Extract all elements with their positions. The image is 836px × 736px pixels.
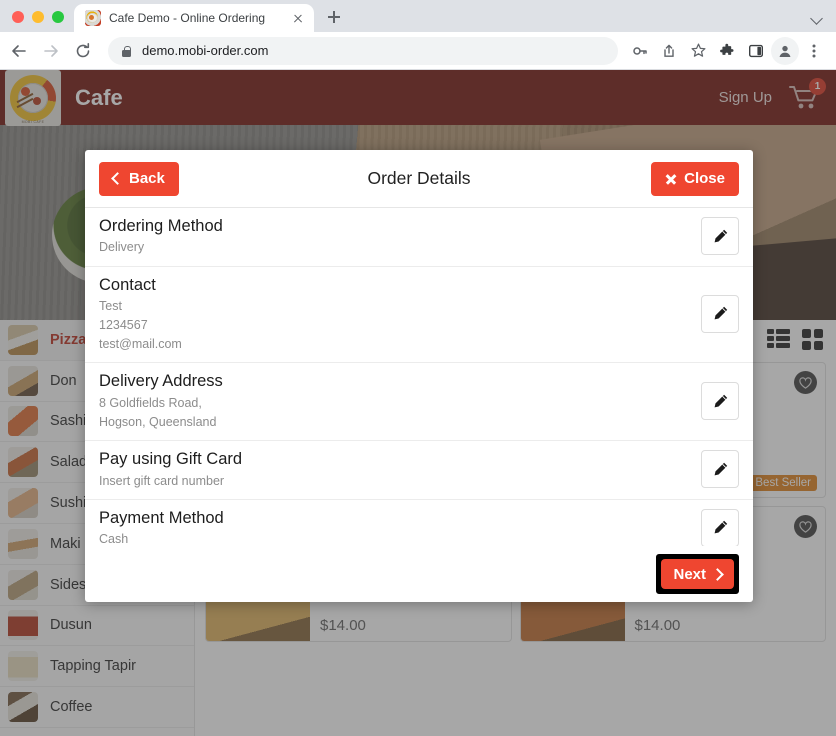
next-button-label: Next (673, 565, 706, 583)
browser-toolbar: demo.mobi-order.com (0, 32, 836, 70)
back-arrow-icon[interactable] (4, 36, 34, 66)
edit-ordering-method-button[interactable] (701, 217, 739, 256)
close-button-label: Close (684, 170, 725, 187)
forward-arrow-icon[interactable] (36, 36, 66, 66)
key-icon[interactable] (626, 37, 654, 65)
bookmark-star-icon[interactable] (684, 37, 712, 65)
pencil-icon (714, 394, 727, 408)
close-icon (665, 173, 677, 185)
back-button-label: Back (129, 170, 165, 187)
order-row-delivery-address[interactable]: Delivery Address 8 Goldfields Road, Hogs… (85, 363, 753, 442)
cafe-logo-icon (85, 10, 101, 26)
row-value: Cash (99, 532, 129, 546)
web-page: MOBI CAFE Cafe Sign Up 1 Pizza Don Sashi… (0, 70, 836, 736)
order-row-contact[interactable]: Contact Test 1234567 test@mail.com (85, 267, 753, 364)
row-value-name: Test (99, 299, 122, 313)
row-value-phone: 1234567 (99, 318, 148, 333)
minimize-window-button[interactable] (32, 11, 44, 23)
extensions-puzzle-icon[interactable] (713, 37, 741, 65)
address-bar-url: demo.mobi-order.com (142, 43, 269, 58)
pencil-icon (714, 229, 727, 243)
row-title: Delivery Address (99, 372, 223, 391)
share-icon[interactable] (655, 37, 683, 65)
reload-icon[interactable] (68, 36, 98, 66)
chevron-down-icon[interactable] (810, 11, 824, 25)
close-button[interactable]: Close (651, 161, 739, 196)
order-row-ordering-method[interactable]: Ordering Method Delivery (85, 208, 753, 267)
browser-tab[interactable]: Cafe Demo - Online Ordering (74, 4, 314, 32)
next-button-focus-ring: Next (656, 554, 739, 594)
order-details-dialog: Back Order Details Close Ordering Method… (85, 150, 753, 602)
edit-contact-button[interactable] (701, 294, 739, 333)
dialog-body: Ordering Method Delivery Contact Test 12… (85, 208, 753, 546)
order-row-payment-method[interactable]: Payment Method Cash (85, 500, 753, 546)
next-button[interactable]: Next (661, 559, 734, 589)
close-tab-icon[interactable] (290, 10, 306, 26)
row-value-line2: Hogson, Queensland (99, 414, 217, 429)
dialog-footer: Next (85, 546, 753, 602)
row-placeholder: Insert gift card number (99, 473, 225, 488)
dialog-header: Back Order Details Close (85, 150, 753, 208)
edit-delivery-address-button[interactable] (701, 382, 739, 421)
toolbar-icons (626, 36, 828, 65)
tab-title: Cafe Demo - Online Ordering (109, 11, 266, 25)
profile-avatar-icon[interactable] (771, 36, 799, 65)
order-row-gift-card[interactable]: Pay using Gift Card Insert gift card num… (85, 441, 753, 500)
maximize-window-button[interactable] (52, 11, 64, 23)
row-value-line1: 8 Goldfields Road, (99, 395, 202, 410)
row-title: Ordering Method (99, 217, 223, 235)
close-window-button[interactable] (12, 11, 24, 23)
address-bar[interactable]: demo.mobi-order.com (108, 36, 618, 65)
new-tab-button[interactable] (320, 3, 348, 31)
lock-icon (120, 44, 133, 57)
pencil-icon (714, 521, 727, 534)
row-title: Contact (99, 275, 156, 294)
row-title: Pay using Gift Card (99, 450, 243, 469)
side-panel-icon[interactable] (742, 37, 770, 65)
back-button[interactable]: Back (99, 161, 179, 196)
tab-strip: Cafe Demo - Online Ordering (0, 0, 836, 32)
row-value: Delivery (99, 240, 145, 255)
three-dot-menu-icon[interactable] (800, 37, 828, 65)
pencil-icon (714, 462, 727, 476)
row-value-email: test@mail.com (99, 337, 182, 352)
row-title: Payment Method (99, 508, 224, 527)
chevron-left-icon (111, 172, 124, 185)
chevron-right-icon (711, 567, 724, 581)
edit-payment-method-button[interactable] (701, 508, 739, 546)
browser-window: Cafe Demo - Online Ordering demo.mobi-or… (0, 0, 836, 736)
edit-gift-card-button[interactable] (701, 450, 739, 489)
pencil-icon (714, 307, 727, 320)
window-controls (0, 11, 74, 32)
